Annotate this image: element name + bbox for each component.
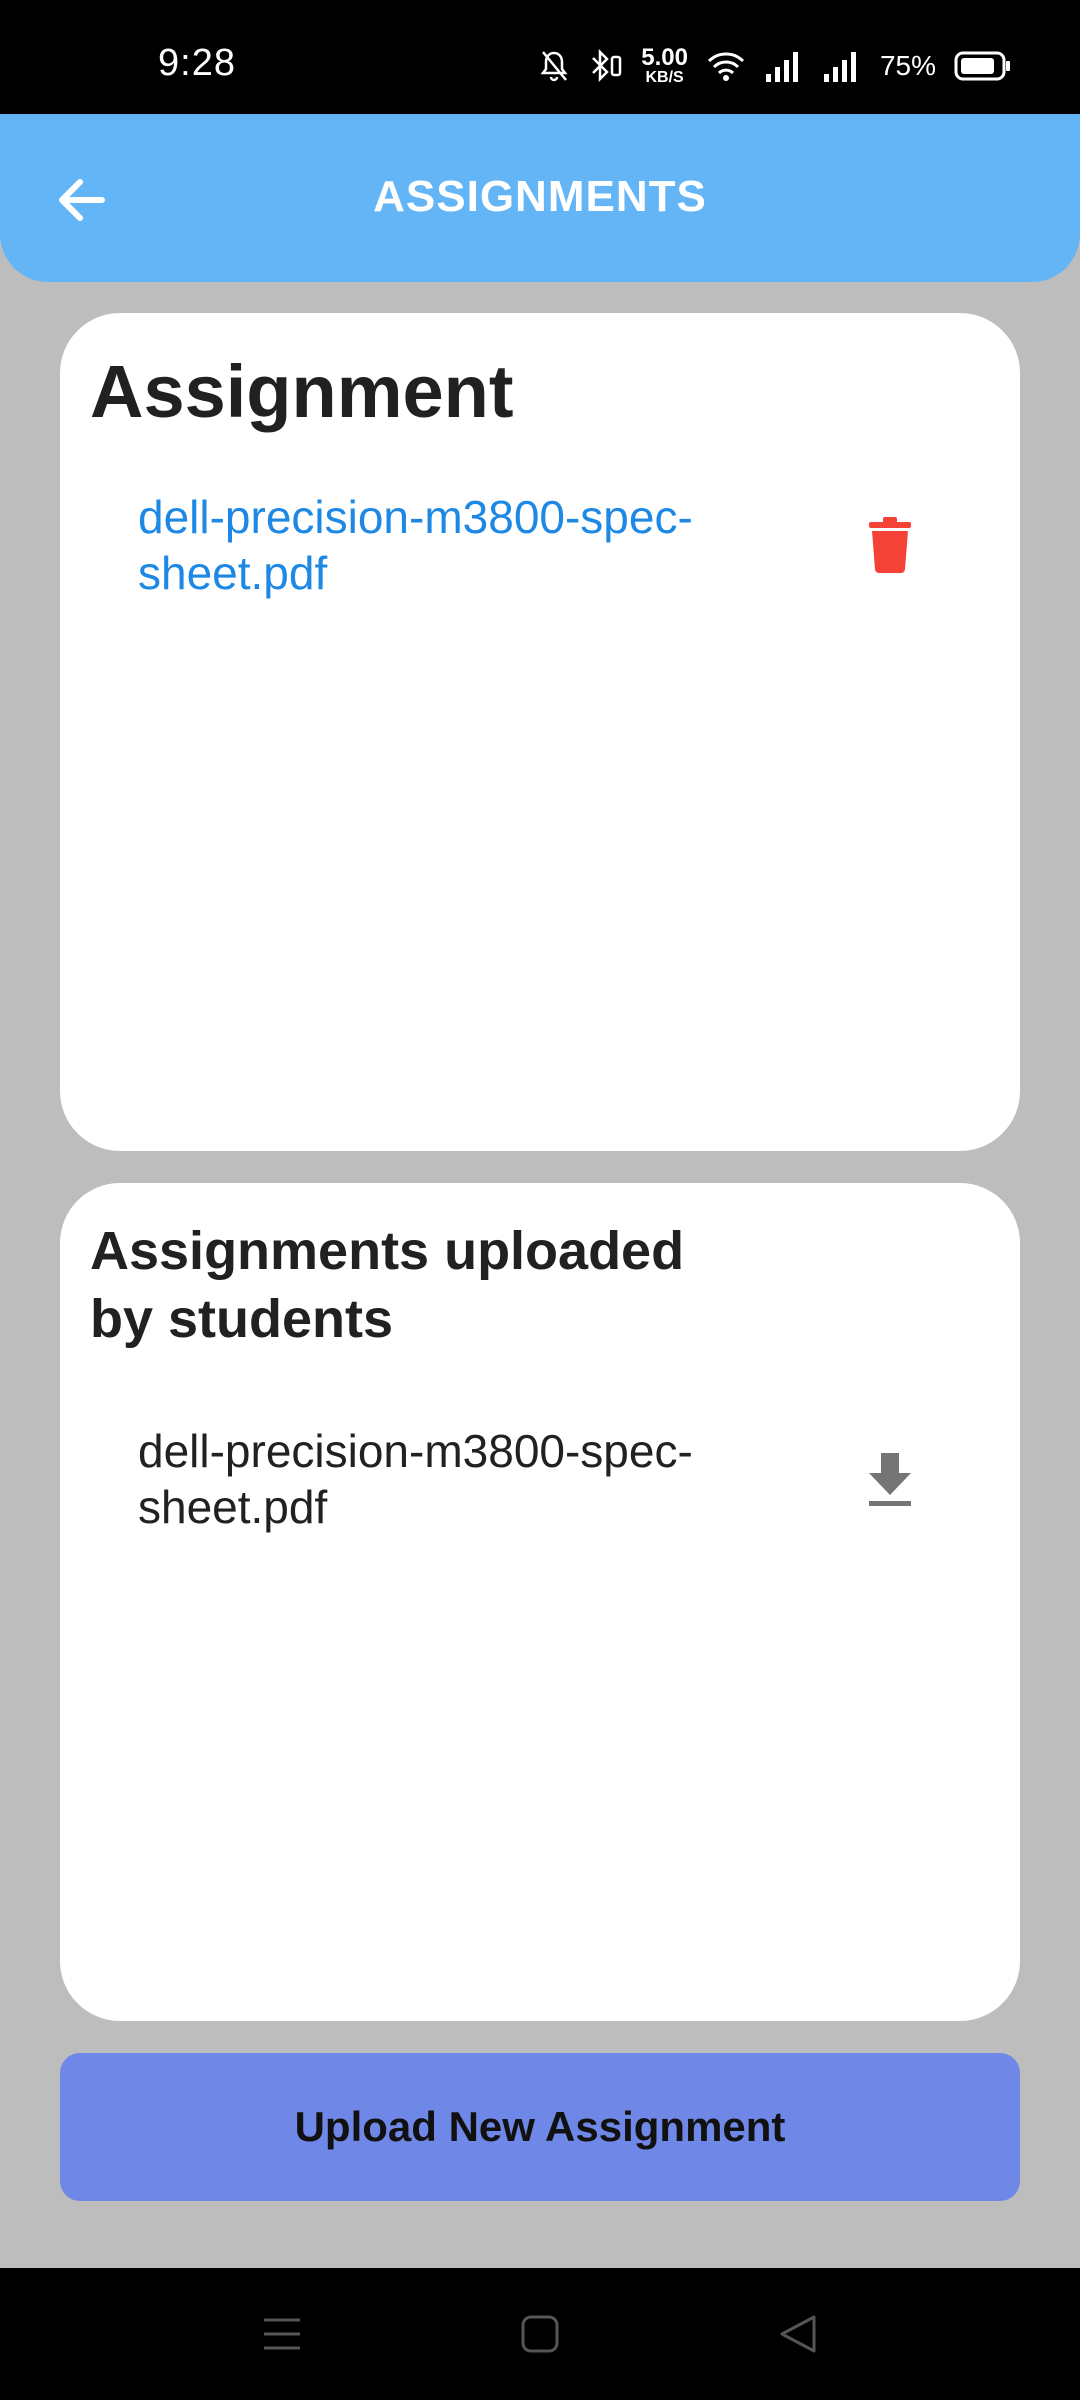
net-speed-value: 5.00 [641, 44, 688, 71]
menu-icon [264, 2318, 300, 2350]
net-speed: 5.00 KB/S [641, 46, 688, 86]
app-bar: ASSIGNMENTS [0, 114, 1080, 282]
recent-apps-button[interactable] [260, 2312, 304, 2356]
assignment-file-row: dell-precision-m3800-spec-sheet.pdf [138, 489, 920, 601]
download-icon [869, 1453, 911, 1506]
mute-bell-icon [539, 50, 569, 82]
students-assignments-card: Assignments uploaded by students dell-pr… [60, 1183, 1020, 2021]
status-icons: 5.00 KB/S 75% [539, 46, 1012, 86]
page-title: ASSIGNMENTS [373, 172, 707, 221]
wifi-icon [706, 50, 746, 82]
bluetooth-icon [587, 49, 623, 83]
back-triangle-icon [780, 2315, 816, 2353]
status-bar: 9:28 5.00 KB/S 75% [0, 0, 1080, 114]
system-back-button[interactable] [776, 2312, 820, 2356]
assignment-card-title: Assignment [90, 350, 514, 433]
net-speed-unit: KB/S [645, 69, 684, 86]
home-button[interactable] [518, 2312, 562, 2356]
battery-percent: 75% [879, 50, 936, 81]
signal-icon [764, 50, 804, 82]
student-file-name: dell-precision-m3800-spec-sheet.pdf [138, 1425, 693, 1533]
upload-new-assignment-button[interactable]: Upload New Assignment [60, 2053, 1020, 2201]
students-card-title: Assignments uploaded by students [90, 1217, 710, 1353]
home-icon [521, 2315, 559, 2353]
battery-icon [954, 50, 1012, 82]
system-nav-bar [0, 2268, 1080, 2400]
trash-icon [869, 517, 911, 573]
students-card-title-text: Assignments uploaded by students [90, 1221, 685, 1349]
delete-assignment-button[interactable] [860, 515, 920, 575]
assignment-file-link[interactable]: dell-precision-m3800-spec-sheet.pdf [138, 489, 758, 601]
status-time: 9:28 [158, 42, 236, 84]
assignment-card: Assignment dell-precision-m3800-spec-she… [60, 313, 1020, 1151]
download-student-file-button[interactable] [860, 1449, 920, 1509]
signal-icon [822, 50, 862, 82]
student-file-row: dell-precision-m3800-spec-sheet.pdf [138, 1423, 920, 1535]
